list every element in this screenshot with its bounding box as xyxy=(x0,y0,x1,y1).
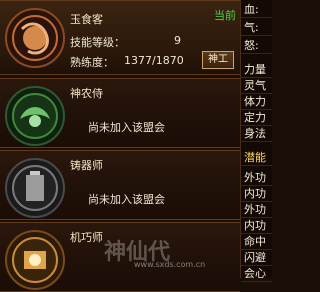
current-badge: 当前 xyxy=(214,9,236,22)
site-watermark: 神仙代 www.sxds.com.cn xyxy=(104,234,264,274)
watermark-url: www.sxds.com.cn xyxy=(134,260,206,269)
status-text: 尚未加入该盟会 xyxy=(88,193,165,206)
status-text: 尚未加入该盟会 xyxy=(88,121,165,134)
attr-qi: 气: xyxy=(241,20,272,36)
attr-focus: 定力 xyxy=(241,110,272,126)
skill-level-label: 技能等级： xyxy=(70,36,125,49)
profession-name: 铸器师 xyxy=(70,159,103,172)
guild-card-zhuqishi[interactable]: 铸器师 尚未加入该盟会 xyxy=(0,150,240,220)
mechanist-emblem-icon xyxy=(4,229,66,291)
profession-name: 玉食客 xyxy=(70,13,103,26)
attr-hp: 血: xyxy=(241,2,272,18)
attr-rage: 怒: xyxy=(241,38,272,54)
attr-spirit: 灵气 xyxy=(241,78,272,94)
jade-gourmet-emblem-icon xyxy=(4,7,66,69)
attr-stamina: 体力 xyxy=(241,94,272,110)
attr-ext-def: 外功 xyxy=(241,202,272,218)
guild-card-yushike[interactable]: 玉食客 当前 技能等级： 9 熟练度： 1377/1870 神工 xyxy=(0,0,240,75)
attr-ext-atk: 外功 xyxy=(241,170,272,186)
shennong-emblem-icon xyxy=(4,85,66,147)
attr-int-def: 内功 xyxy=(241,218,272,234)
attr-agility: 身法 xyxy=(241,126,272,142)
guild-card-shennong[interactable]: 神农侍 尚未加入该盟会 xyxy=(0,78,240,148)
attr-strength: 力量 xyxy=(241,62,272,78)
attr-int-atk: 内功 xyxy=(241,186,272,202)
skill-level-value: 9 xyxy=(174,34,181,47)
attr-potential: 潜能 xyxy=(241,150,272,166)
proficiency-value: 1377/1870 xyxy=(124,54,184,67)
forge-emblem-icon xyxy=(4,157,66,219)
divine-craft-button[interactable]: 神工 xyxy=(202,51,234,69)
proficiency-label: 熟练度： xyxy=(70,56,114,69)
profession-name: 机巧师 xyxy=(70,231,103,244)
profession-name: 神农侍 xyxy=(70,87,103,100)
